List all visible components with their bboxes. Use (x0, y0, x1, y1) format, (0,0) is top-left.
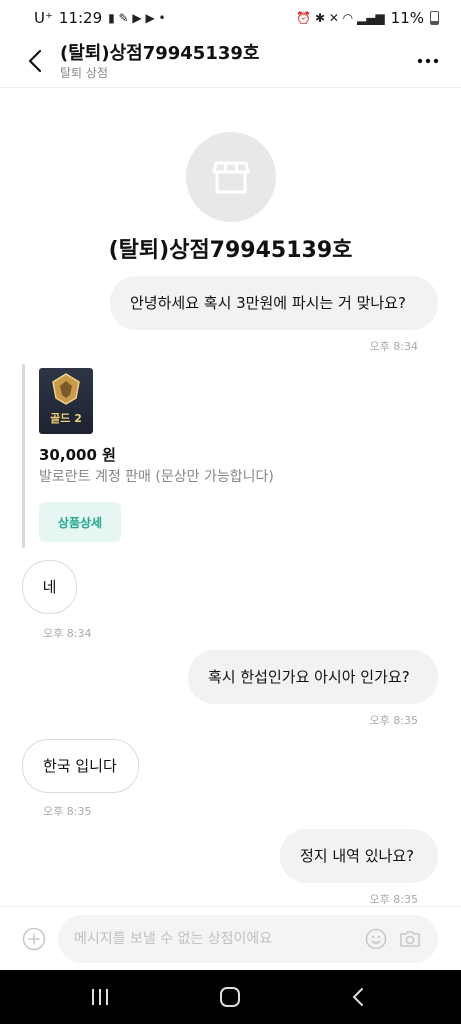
system-icons: ⏰ ✱ ✕ ◠ ▂▄▆ (296, 11, 385, 25)
message-text: 안녕하세요 혹시 3만원에 파시는 거 맞나요? (130, 294, 406, 312)
notification-icons: ▮ ✎ ▶ ▶ • (108, 11, 166, 25)
camera-icon[interactable] (398, 927, 422, 951)
battery-percent: 11% (390, 9, 424, 27)
product-detail-button[interactable]: 상품상세 (39, 502, 121, 542)
back-nav-button[interactable] (338, 982, 378, 1012)
battery-icon (430, 11, 439, 25)
home-icon (220, 987, 240, 1007)
chat-header: (탈퇴)상점79945139호 탈퇴 상점 (0, 36, 461, 88)
recents-icon (92, 989, 108, 1005)
carrier-label: U⁺ (34, 9, 53, 27)
status-bar: U⁺ 11:29 ▮ ✎ ▶ ▶ • ⏰ ✱ ✕ ◠ ▂▄▆ 11% (0, 0, 461, 36)
recents-button[interactable] (80, 982, 120, 1012)
back-nav-icon (352, 988, 363, 1006)
emoji-icon[interactable] (364, 927, 388, 951)
message-bubble-incoming: 네 (22, 560, 77, 614)
rank-badge-icon (52, 373, 80, 405)
store-name: (탈퇴)상점79945139호 (108, 238, 353, 263)
message-input[interactable] (74, 927, 344, 951)
more-icon (417, 58, 439, 64)
product-price: 30,000 원 (39, 446, 116, 464)
message-text: 한국 입니다 (43, 757, 117, 775)
message-text: 네 (42, 578, 57, 596)
page-subtitle: 탈퇴 상점 (60, 66, 108, 80)
system-nav-bar (0, 970, 461, 1024)
home-button[interactable] (210, 982, 250, 1012)
product-card: 골드 2 30,000 원 발로란트 계정 판매 (문상만 가능합니다) 상품상… (22, 364, 292, 548)
message-time: 오후 8:35 (369, 893, 418, 906)
message-bubble-outgoing: 안녕하세요 혹시 3만원에 파시는 거 맞나요? (110, 276, 438, 330)
store-icon (212, 161, 250, 194)
product-thumbnail[interactable]: 골드 2 (39, 368, 93, 434)
back-icon (28, 49, 42, 73)
message-time: 오후 8:35 (43, 805, 92, 818)
message-bubble-outgoing: 정지 내역 있나요? (280, 829, 438, 883)
more-button[interactable] (415, 48, 441, 74)
back-button[interactable] (22, 46, 48, 76)
message-bubble-outgoing: 혹시 한섭인가요 아시아 인가요? (188, 650, 438, 704)
message-bubble-incoming: 한국 입니다 (22, 739, 139, 793)
store-avatar (186, 132, 276, 222)
add-icon[interactable] (22, 927, 46, 951)
message-input-bar (0, 906, 461, 970)
rank-badge-label: 골드 2 (50, 412, 82, 425)
message-text: 혹시 한섭인가요 아시아 인가요? (208, 668, 410, 686)
message-time: 오후 8:34 (43, 627, 92, 640)
product-description: 발로란트 계정 판매 (문상만 가능합니다) (39, 469, 274, 485)
page-title: (탈퇴)상점79945139호 (60, 43, 260, 64)
message-text: 정지 내역 있나요? (300, 847, 415, 865)
message-time: 오후 8:35 (369, 714, 418, 727)
message-input-container (58, 915, 438, 963)
status-time: 11:29 (58, 9, 103, 27)
message-time: 오후 8:34 (369, 340, 418, 353)
